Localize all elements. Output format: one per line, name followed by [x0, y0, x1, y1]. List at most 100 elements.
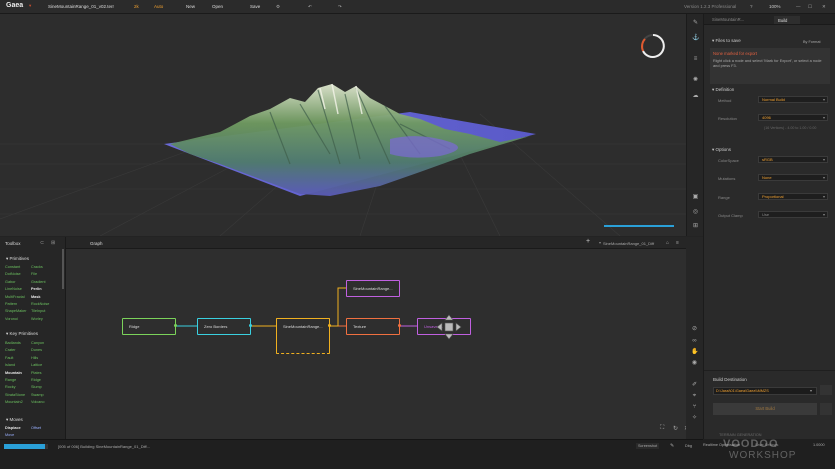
undo-icon[interactable]: ↶: [308, 4, 312, 10]
toolbox-item-mountain2[interactable]: Mountain2: [5, 400, 23, 404]
tab-build[interactable]: Build: [774, 16, 800, 24]
toolbox-item-range[interactable]: Range: [5, 378, 16, 382]
open-button[interactable]: Open: [212, 4, 223, 9]
target-icon[interactable]: ◉: [691, 360, 698, 367]
toolbox-item-canyon[interactable]: Canyon: [31, 341, 44, 345]
toolbox-item-move[interactable]: Move: [5, 433, 14, 437]
toolbox-item-linenoise[interactable]: LineNoise: [5, 287, 22, 291]
toolbox-item-voronoi[interactable]: Voronoi: [5, 317, 18, 321]
debug-button[interactable]: Dbg: [685, 444, 692, 448]
node-texture-output-port[interactable]: [398, 324, 401, 327]
node-texture[interactable]: Texture: [346, 318, 400, 335]
toolbox-item-rocknoise[interactable]: RockNoise: [31, 302, 49, 306]
viewport-3d[interactable]: [0, 14, 686, 236]
toolbox-item-stratastone[interactable]: StrataStone: [5, 393, 25, 397]
app-logo[interactable]: Gaea: [6, 2, 23, 9]
node-sine-output-port[interactable]: [328, 324, 331, 327]
close-icon[interactable]: ✕: [822, 4, 826, 10]
toolbox-item-swamp[interactable]: Swamp: [31, 393, 44, 397]
method-select[interactable]: Normal Build ▾: [758, 96, 828, 103]
toolbox-item-plates[interactable]: Plates: [31, 371, 42, 375]
toolbox-item-island[interactable]: Island: [5, 363, 15, 367]
toolbox-item-file[interactable]: File: [31, 272, 37, 276]
layers-icon[interactable]: ≡: [692, 56, 699, 63]
grid-icon[interactable]: ⊞: [692, 223, 699, 230]
pen-icon[interactable]: ✎: [670, 443, 674, 449]
ban-icon[interactable]: ⊘: [691, 326, 698, 333]
output-clamp-select[interactable]: Use ▾: [758, 211, 828, 218]
definition-header[interactable]: ▾ Definition: [712, 87, 734, 93]
node-ridge-output-port[interactable]: [174, 324, 177, 327]
maximize-icon[interactable]: ☐: [808, 4, 812, 10]
node-sine-output[interactable]: SineMountainRange...: [346, 280, 400, 297]
toolbox-item-volcano[interactable]: Volcano: [31, 400, 45, 404]
node-sine-mountain-range[interactable]: SineMountainRange...: [276, 318, 330, 354]
toolbox-item-pattern[interactable]: Pattern: [5, 302, 17, 306]
toolbox-item-perlin[interactable]: Perlin: [31, 287, 42, 291]
node-ridge[interactable]: Ridge: [122, 318, 176, 335]
link-icon[interactable]: ∞: [691, 338, 698, 345]
toolbox-scrollbar[interactable]: [62, 249, 64, 289]
toolbox-item-fault[interactable]: Fault: [5, 356, 13, 360]
minimize-icon[interactable]: —: [796, 4, 801, 9]
node-graph[interactable]: Graph + ▾ SineMountainRange_01_Diff ⌂ ≡ …: [66, 237, 686, 439]
frame-icon[interactable]: ▣: [692, 194, 699, 201]
toolbox-item-tileinput[interactable]: TileInput: [31, 309, 45, 313]
resolution-select-panel[interactable]: 4096 ▾: [758, 114, 828, 121]
branch-icon[interactable]: ⑂: [691, 404, 698, 411]
colorspace-select[interactable]: sRGB ▾: [758, 156, 828, 163]
key-primitives-header[interactable]: ▾ Key Primitives: [6, 331, 38, 337]
tab-node-properties[interactable]: SineMountainR...: [712, 17, 744, 22]
app-menu-caret[interactable]: ▾: [29, 3, 31, 9]
hand-icon[interactable]: ✋: [691, 349, 698, 356]
node-zero-borders[interactable]: Zero Borders: [197, 318, 251, 335]
brush-icon[interactable]: ✐: [691, 382, 698, 389]
toolbox-item-hills[interactable]: Hills: [31, 356, 38, 360]
build-destination-input[interactable]: D:\Jassi\01\Gaea\Gaea\\MMZS: [713, 387, 817, 395]
grid-view-icon[interactable]: ⊞: [51, 240, 55, 246]
toolbox-item-dunes[interactable]: Dunes: [31, 348, 42, 352]
toolbox-item-shapemaker[interactable]: ShapeMaker: [5, 309, 27, 313]
toolbox-item-rocky[interactable]: Rocky: [5, 385, 16, 389]
toolbox-item-badlands[interactable]: Badlands: [5, 341, 21, 345]
star-icon[interactable]: ✧: [691, 415, 698, 422]
folder-icon[interactable]: [820, 385, 832, 395]
options-header[interactable]: ▾ Options: [712, 147, 731, 153]
toolbox-item-gradient[interactable]: Gradient: [31, 280, 46, 284]
toolbox-item-mountain[interactable]: Mountain: [5, 371, 22, 375]
zoom-label[interactable]: 100%: [769, 4, 781, 9]
build-options-button[interactable]: [820, 403, 832, 415]
chevron-down-icon[interactable]: ▾: [810, 388, 812, 393]
toolbox-item-lattice[interactable]: Lattice: [31, 363, 42, 367]
moves-header[interactable]: ▾ Moves: [6, 417, 23, 423]
toolbox-item-cracks[interactable]: Cracks: [31, 265, 43, 269]
sun-icon[interactable]: ✺: [692, 77, 699, 84]
resolution-select[interactable]: 2k: [134, 4, 139, 9]
toolbox-item-dotnoise[interactable]: DotNoise: [5, 272, 21, 276]
help-icon[interactable]: ?: [750, 4, 753, 9]
tag-icon[interactable]: ✎: [692, 20, 699, 27]
redo-icon[interactable]: ↷: [338, 4, 342, 10]
toolbox-item-mask[interactable]: Mask: [31, 295, 41, 299]
pin-icon[interactable]: ⌖: [691, 393, 698, 400]
cloud-icon[interactable]: ☁: [692, 93, 699, 100]
primitives-header[interactable]: ▾ Primitives: [6, 256, 29, 262]
toolbox-item-crater[interactable]: Crater: [5, 348, 16, 352]
toolbox-item-offset[interactable]: Offset: [31, 426, 41, 430]
files-to-save-header[interactable]: ▾ Files to save: [712, 38, 741, 44]
toggle-icon[interactable]: ⊂: [40, 240, 44, 246]
compass-icon[interactable]: ◎: [692, 209, 699, 216]
range-select[interactable]: Proportional ▾: [758, 193, 828, 200]
build-mode-select[interactable]: Auto: [154, 4, 163, 9]
mutations-select[interactable]: None ▾: [758, 174, 828, 181]
anchor-icon[interactable]: ⚓: [692, 35, 699, 42]
toolbox-item-multifractal[interactable]: MultiFractal: [5, 295, 25, 299]
fit-view-icon[interactable]: ⛶: [660, 425, 664, 432]
node-zero-output-port[interactable]: [249, 324, 252, 327]
screenshot-button[interactable]: Screenshot: [636, 443, 660, 449]
settings-icon[interactable]: ⚙: [276, 4, 280, 10]
save-button[interactable]: Save: [250, 4, 260, 9]
refresh-icon[interactable]: ↻: [673, 425, 678, 432]
toolbox-item-displace[interactable]: Displace: [5, 426, 21, 430]
new-button[interactable]: New: [186, 4, 195, 9]
